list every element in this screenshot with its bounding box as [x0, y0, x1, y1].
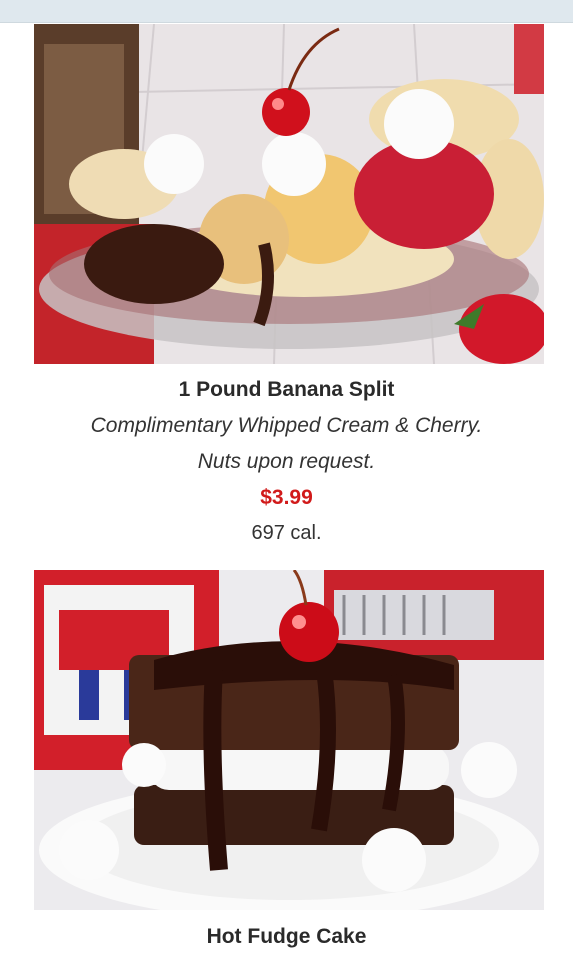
- banana-split-photo: [34, 24, 544, 364]
- item-title: 1 Pound Banana Split: [178, 378, 395, 401]
- item-title: Hot Fudge Cake: [206, 925, 367, 948]
- hot-fudge-cake-photo: [34, 570, 544, 910]
- item-price: $3.99: [260, 486, 313, 509]
- item-calories: 697 cal.: [251, 522, 322, 544]
- item-description: Nuts upon request.: [197, 450, 376, 473]
- top-strip: [0, 0, 573, 23]
- item-description: Complimentary Whipped Cream & Cherry.: [90, 414, 483, 437]
